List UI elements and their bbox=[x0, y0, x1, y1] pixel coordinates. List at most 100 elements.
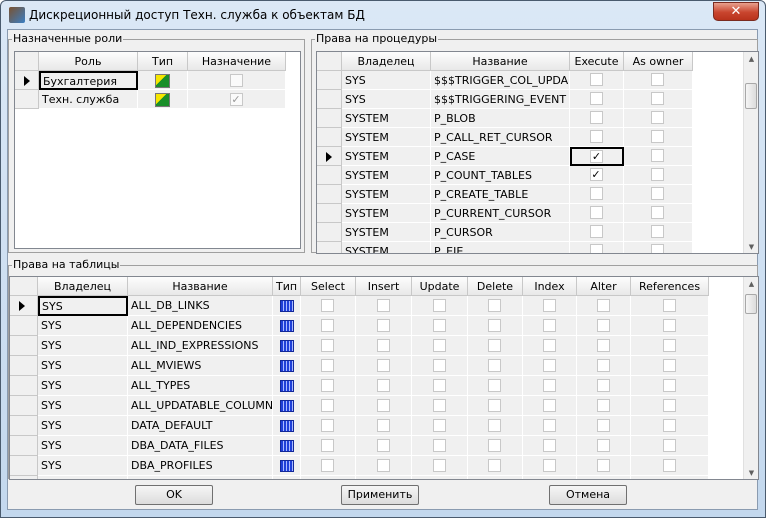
execute-cell[interactable]: ✓ bbox=[570, 147, 624, 166]
row-indicator[interactable] bbox=[317, 242, 342, 253]
privilege-cell[interactable] bbox=[301, 436, 356, 456]
privilege-checkbox-update[interactable] bbox=[432, 319, 446, 332]
privilege-cell[interactable] bbox=[412, 456, 468, 476]
table-row[interactable]: SYS DBA_DATA_FILES bbox=[10, 436, 709, 456]
privilege-checkbox-index[interactable] bbox=[543, 479, 556, 480]
row-indicator[interactable] bbox=[10, 296, 38, 316]
row-indicator[interactable] bbox=[15, 90, 39, 109]
row-indicator[interactable] bbox=[10, 396, 38, 416]
row-indicator[interactable] bbox=[317, 166, 342, 185]
privilege-checkbox-select[interactable] bbox=[321, 319, 334, 332]
cancel-button[interactable]: Отмена bbox=[549, 485, 627, 505]
privilege-cell[interactable] bbox=[523, 356, 577, 376]
execute-cell[interactable] bbox=[570, 242, 624, 253]
privilege-cell[interactable] bbox=[577, 456, 631, 476]
privilege-cell[interactable] bbox=[301, 336, 356, 356]
privilege-cell[interactable] bbox=[412, 476, 468, 479]
scrollbar-thumb[interactable] bbox=[745, 294, 757, 314]
privilege-cell[interactable] bbox=[412, 396, 468, 416]
table-row[interactable]: SYSTEM P_CURRENT_CURSOR bbox=[317, 204, 693, 223]
as-owner-checkbox[interactable] bbox=[651, 111, 664, 124]
row-indicator[interactable] bbox=[317, 223, 342, 242]
privilege-cell[interactable] bbox=[577, 436, 631, 456]
name-cell[interactable]: P_CURRENT_CURSOR bbox=[431, 204, 570, 223]
privilege-checkbox-references[interactable] bbox=[662, 379, 676, 392]
privilege-checkbox-references[interactable] bbox=[662, 359, 676, 372]
table-row[interactable]: SYSTEM P_EIE bbox=[317, 242, 693, 253]
column-header[interactable]: Delete bbox=[468, 277, 523, 296]
execute-checkbox[interactable] bbox=[589, 130, 603, 143]
privilege-cell[interactable] bbox=[356, 456, 412, 476]
name-cell[interactable]: ALL_TYPES bbox=[128, 376, 273, 396]
privilege-checkbox-alter[interactable] bbox=[596, 339, 610, 352]
privilege-checkbox-select[interactable] bbox=[321, 479, 334, 480]
privilege-checkbox-delete[interactable] bbox=[488, 319, 501, 332]
table-row[interactable]: SYS ALL_IND_EXPRESSIONS bbox=[10, 336, 709, 356]
execute-checkbox[interactable]: ✓ bbox=[589, 168, 603, 181]
privilege-cell[interactable] bbox=[631, 456, 709, 476]
name-cell[interactable]: $$$TRIGGERING_EVENT bbox=[431, 90, 570, 109]
owner-cell[interactable]: SYS bbox=[342, 90, 431, 109]
privilege-cell[interactable] bbox=[577, 336, 631, 356]
privilege-cell[interactable] bbox=[412, 416, 468, 436]
name-cell[interactable]: $$$TRIGGER_COL_UPDA bbox=[431, 71, 570, 90]
privilege-checkbox-index[interactable] bbox=[542, 439, 556, 452]
privilege-cell[interactable] bbox=[412, 316, 468, 336]
privilege-cell[interactable] bbox=[356, 376, 412, 396]
privilege-checkbox-index[interactable] bbox=[542, 459, 556, 472]
privilege-checkbox-delete[interactable] bbox=[488, 359, 501, 372]
execute-cell[interactable]: ✓ bbox=[570, 166, 624, 185]
privilege-checkbox-alter[interactable] bbox=[596, 459, 610, 472]
privilege-cell[interactable] bbox=[523, 376, 577, 396]
privilege-cell[interactable] bbox=[468, 476, 523, 479]
privilege-cell[interactable] bbox=[356, 316, 412, 336]
execute-checkbox[interactable] bbox=[589, 92, 603, 105]
privilege-checkbox-select[interactable] bbox=[321, 399, 334, 412]
privilege-checkbox-select[interactable] bbox=[321, 419, 334, 432]
assigned-cell[interactable]: ✓ bbox=[188, 90, 286, 109]
column-header[interactable]: Роль bbox=[39, 52, 138, 71]
name-cell[interactable]: P_CALL_RET_CURSOR bbox=[431, 128, 570, 147]
privilege-cell[interactable] bbox=[523, 436, 577, 456]
privilege-cell[interactable] bbox=[523, 456, 577, 476]
privilege-checkbox-insert[interactable] bbox=[376, 459, 390, 472]
scroll-down-arrow-icon[interactable]: ▼ bbox=[744, 466, 758, 479]
privilege-checkbox-delete[interactable] bbox=[488, 339, 501, 352]
privilege-cell[interactable] bbox=[468, 336, 523, 356]
roles-grid[interactable]: Роль Тип Назначение Бухгалтерия Техн. служба… bbox=[14, 51, 301, 249]
table-row[interactable]: SYSTEM P_CASE ✓ bbox=[317, 147, 693, 166]
table-row[interactable]: SYSTEM P_BLOB bbox=[317, 109, 693, 128]
row-indicator[interactable] bbox=[10, 436, 38, 456]
privilege-cell[interactable] bbox=[631, 296, 709, 316]
table-row[interactable]: SYS ALL_DEPENDENCIES bbox=[10, 316, 709, 336]
name-cell[interactable]: DBA_PROFILES bbox=[128, 456, 273, 476]
owner-cell[interactable]: SYSTEM bbox=[342, 185, 431, 204]
owner-cell[interactable]: SYS bbox=[342, 71, 431, 90]
privilege-cell[interactable] bbox=[468, 296, 523, 316]
privilege-checkbox-select[interactable] bbox=[321, 379, 334, 392]
owner-cell[interactable]: SYS bbox=[38, 316, 128, 336]
row-indicator[interactable] bbox=[317, 71, 342, 90]
privilege-cell[interactable] bbox=[631, 436, 709, 456]
row-indicator[interactable] bbox=[10, 336, 38, 356]
privilege-cell[interactable] bbox=[301, 296, 356, 316]
as-owner-cell[interactable] bbox=[624, 71, 693, 90]
column-header[interactable]: Update bbox=[412, 277, 468, 296]
table-row[interactable] bbox=[10, 476, 709, 480]
privilege-checkbox-delete[interactable] bbox=[488, 399, 501, 412]
as-owner-checkbox[interactable] bbox=[651, 206, 664, 219]
owner-cell[interactable]: SYSTEM bbox=[342, 204, 431, 223]
privilege-cell[interactable] bbox=[468, 436, 523, 456]
table-row[interactable]: SYSTEM P_CALL_RET_CURSOR bbox=[317, 128, 693, 147]
name-cell[interactable]: P_CURSOR bbox=[431, 223, 570, 242]
scroll-up-arrow-icon[interactable]: ▲ bbox=[744, 277, 758, 292]
privilege-cell[interactable] bbox=[356, 476, 412, 479]
as-owner-cell[interactable] bbox=[624, 242, 693, 253]
execute-checkbox[interactable] bbox=[589, 111, 603, 124]
name-cell[interactable]: DATA_DEFAULT bbox=[128, 416, 273, 436]
execute-cell[interactable] bbox=[570, 223, 624, 242]
execute-checkbox[interactable]: ✓ bbox=[590, 150, 603, 163]
row-indicator[interactable] bbox=[317, 109, 342, 128]
execute-checkbox[interactable] bbox=[589, 225, 603, 238]
execute-cell[interactable] bbox=[570, 71, 624, 90]
